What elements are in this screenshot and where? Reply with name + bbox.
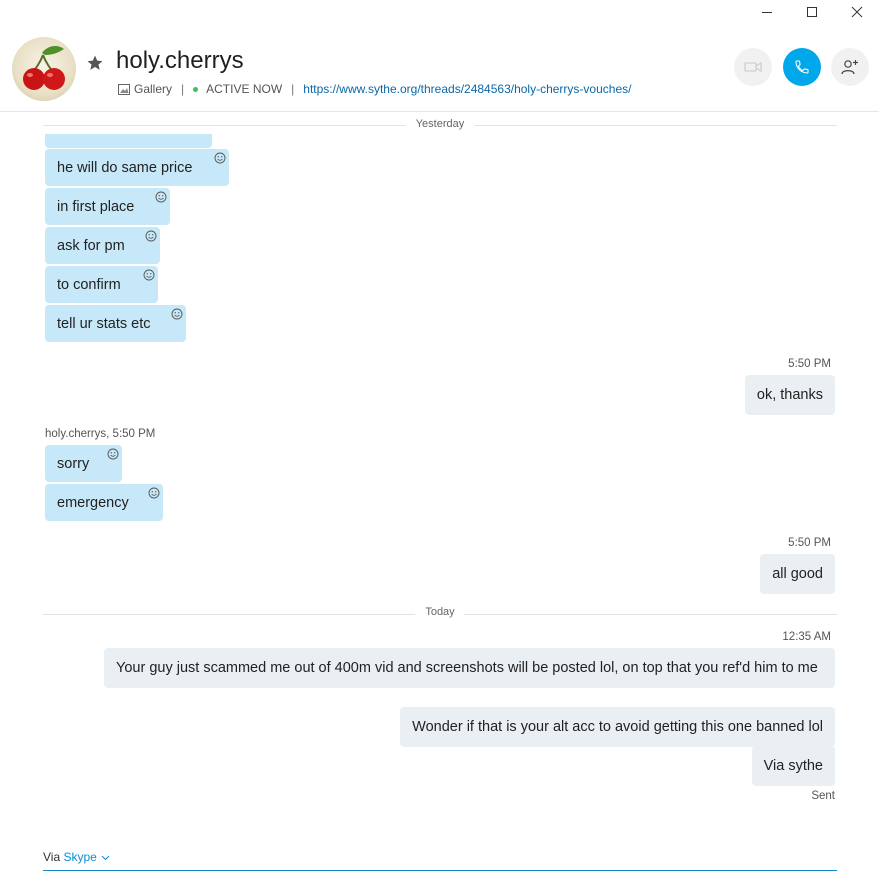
message-bubble[interactable]: ask for pm [45, 227, 160, 264]
add-people-button[interactable] [831, 48, 869, 86]
message-bubble[interactable]: to confirm [45, 266, 158, 303]
message-text: sorry [57, 455, 90, 472]
message-timestamp: 5:50 PM [788, 537, 831, 549]
message-bubble-outgoing[interactable]: ok, thanks [744, 375, 835, 415]
video-call-button[interactable] [734, 48, 772, 86]
avatar[interactable] [12, 37, 76, 101]
phone-icon [795, 60, 809, 74]
emoji-reaction-icon[interactable] [214, 152, 226, 164]
message-text: in first place [57, 198, 135, 215]
emoji-reaction-icon[interactable] [148, 487, 160, 499]
message-text: emergency [57, 494, 129, 511]
gallery-icon[interactable] [118, 83, 130, 95]
video-camera-icon [744, 61, 762, 73]
sender-time: 5:50 PM [112, 428, 156, 440]
message-status: Sent [811, 790, 835, 802]
emoji-reaction-icon[interactable] [107, 448, 119, 460]
favorite-star-icon[interactable] [86, 54, 104, 77]
conversation-header: holy.cherrys Gallery | ACTIVE NOW | http… [0, 0, 879, 112]
message-bubble-outgoing[interactable]: all good [760, 554, 835, 594]
emoji-reaction-icon[interactable] [145, 230, 157, 242]
via-service-dropdown[interactable]: Skype [63, 850, 96, 864]
message-bubble-outgoing[interactable]: Wonder if that is your alt acc to avoid … [400, 707, 835, 747]
message-bubble[interactable]: emergency [45, 484, 163, 521]
message-bubble[interactable]: in first place [45, 188, 170, 225]
chevron-down-icon[interactable] [101, 855, 110, 861]
message-bubble[interactable]: tell ur stats etc [45, 305, 186, 342]
separator: | [291, 82, 295, 96]
gallery-link[interactable]: Gallery [134, 82, 172, 96]
message-bubble[interactable]: sorry [45, 445, 122, 482]
message-bubble-cutoff[interactable] [45, 134, 212, 148]
mood-link[interactable]: https://www.sythe.org/threads/2484563/ho… [303, 82, 631, 96]
contact-name[interactable]: holy.cherrys [116, 47, 244, 75]
active-status-dot [193, 86, 199, 92]
add-person-icon [841, 60, 858, 75]
audio-call-button[interactable] [783, 48, 821, 86]
sender-name: holy.cherrys, [45, 428, 110, 440]
message-text: he will do same price [57, 159, 193, 176]
emoji-reaction-icon[interactable] [171, 308, 183, 320]
compose-via-selector[interactable]: Via Skype [43, 850, 837, 871]
message-list[interactable]: Yesterday he will do same price in first… [0, 112, 879, 839]
message-timestamp: 5:50 PM [788, 358, 831, 370]
date-label-yesterday: Yesterday [405, 118, 475, 130]
message-text: to confirm [57, 276, 121, 293]
separator: | [181, 82, 185, 96]
message-bubble-outgoing[interactable]: Via sythe [751, 746, 835, 786]
message-timestamp: 12:35 AM [782, 631, 831, 643]
contact-subinfo: Gallery | ACTIVE NOW | https://www.sythe… [118, 82, 631, 96]
emoji-reaction-icon[interactable] [143, 269, 155, 281]
status-text: ACTIVE NOW [206, 82, 283, 96]
message-bubble-outgoing[interactable]: Your guy just scammed me out of 400m vid… [104, 648, 835, 688]
message-text: ask for pm [57, 237, 125, 254]
cherry-icon [23, 46, 65, 90]
sender-info: holy.cherrys, 5:50 PM [45, 428, 155, 440]
via-label: Via [43, 850, 61, 864]
date-label-today: Today [415, 606, 465, 618]
message-text: tell ur stats etc [57, 315, 151, 332]
message-bubble[interactable]: he will do same price [45, 149, 229, 186]
emoji-reaction-icon[interactable] [155, 191, 167, 203]
